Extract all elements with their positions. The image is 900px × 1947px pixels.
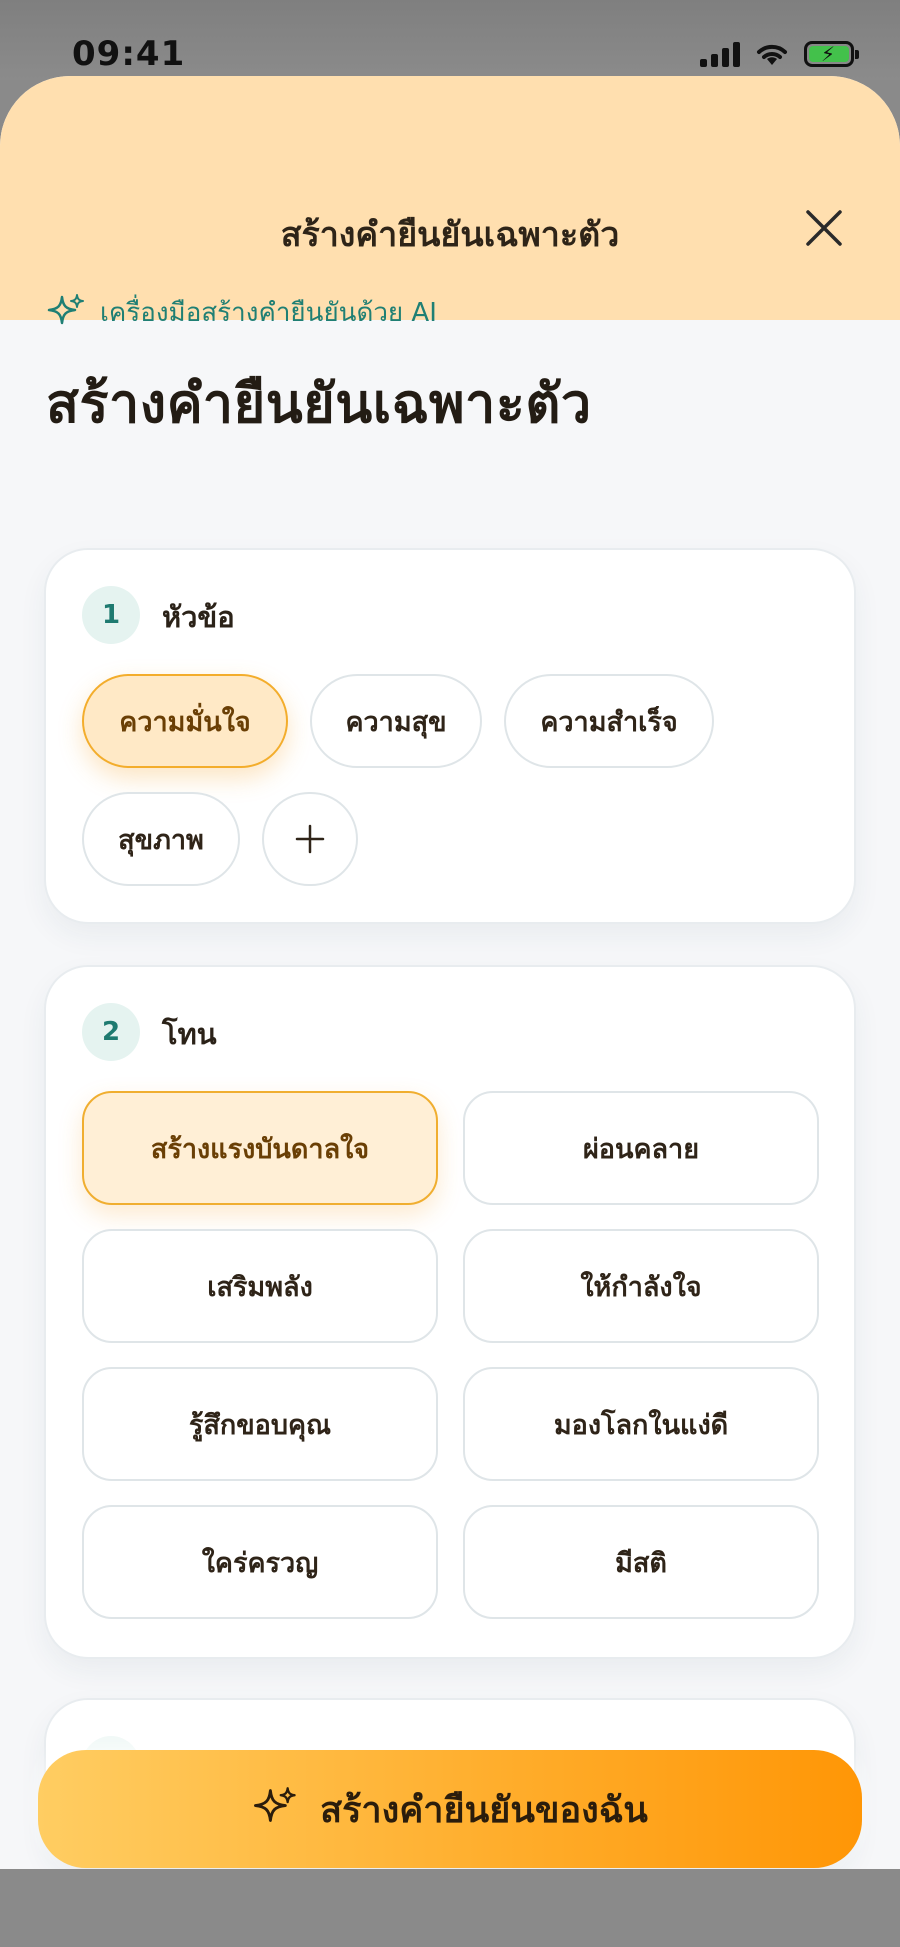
tone-option-reflective[interactable]: ใคร่ครวญ xyxy=(82,1505,438,1619)
tone-card: 2 โทน สร้างแรงบันดาลใจ ผ่อนคลาย เสริมพลั… xyxy=(44,965,856,1659)
sparkle-icon xyxy=(47,293,84,324)
tone-option-encouraging[interactable]: ให้กำลังใจ xyxy=(463,1229,819,1343)
status-icons: ⚡ xyxy=(700,40,859,68)
signal-icon xyxy=(700,41,740,67)
bottom-bar xyxy=(0,1869,900,1947)
topic-option-confidence[interactable]: ความมั่นใจ xyxy=(82,674,288,768)
sheet-header: สร้างคำยืนยันเฉพาะตัว xyxy=(0,76,900,320)
tone-section-label: โทน xyxy=(162,1017,217,1051)
topic-option-health[interactable]: สุขภาพ xyxy=(82,792,240,886)
ai-tool-label: เครื่องมือสร้างคำยืนยันด้วย AI xyxy=(46,292,437,333)
page-title: สร้างคำยืนยันเฉพาะตัว xyxy=(46,372,592,435)
topic-option-success[interactable]: ความสำเร็จ xyxy=(504,674,714,768)
close-icon[interactable] xyxy=(802,206,846,250)
sparkle-icon xyxy=(254,1787,296,1822)
tone-option-grateful[interactable]: รู้สึกขอบคุณ xyxy=(82,1367,438,1481)
tone-option-inspiring[interactable]: สร้างแรงบันดาลใจ xyxy=(82,1091,438,1205)
topic-section-label: หัวข้อ xyxy=(162,600,235,634)
create-affirmation-button[interactable]: สร้างคำยืนยันของฉัน xyxy=(38,1750,862,1868)
tone-option-mindful[interactable]: มีสติ xyxy=(463,1505,819,1619)
plus-icon xyxy=(295,824,325,854)
topic-card: 1 หัวข้อ ความมั่นใจ ความสุข ความสำเร็จ ส… xyxy=(44,548,856,924)
ai-tool-text: เครื่องมือสร้างคำยืนยันด้วย AI xyxy=(100,298,437,328)
tone-option-empowering[interactable]: เสริมพลัง xyxy=(82,1229,438,1343)
step-number-badge: 1 xyxy=(82,586,140,644)
tone-option-optimistic[interactable]: มองโลกในแง่ดี xyxy=(463,1367,819,1481)
status-bar: 09:41 ⚡ xyxy=(0,0,900,80)
tone-option-relaxing[interactable]: ผ่อนคลาย xyxy=(463,1091,819,1205)
add-topic-button[interactable] xyxy=(262,792,358,886)
wifi-icon xyxy=(757,44,787,65)
create-affirmation-label: สร้างคำยืนยันของฉัน xyxy=(320,1789,648,1831)
sheet-title: สร้างคำยืนยันเฉพาะตัว xyxy=(280,215,620,255)
topic-option-happiness[interactable]: ความสุข xyxy=(310,674,482,768)
status-time: 09:41 xyxy=(72,34,186,74)
step-number-badge: 2 xyxy=(82,1003,140,1061)
battery-icon: ⚡ xyxy=(804,41,859,67)
